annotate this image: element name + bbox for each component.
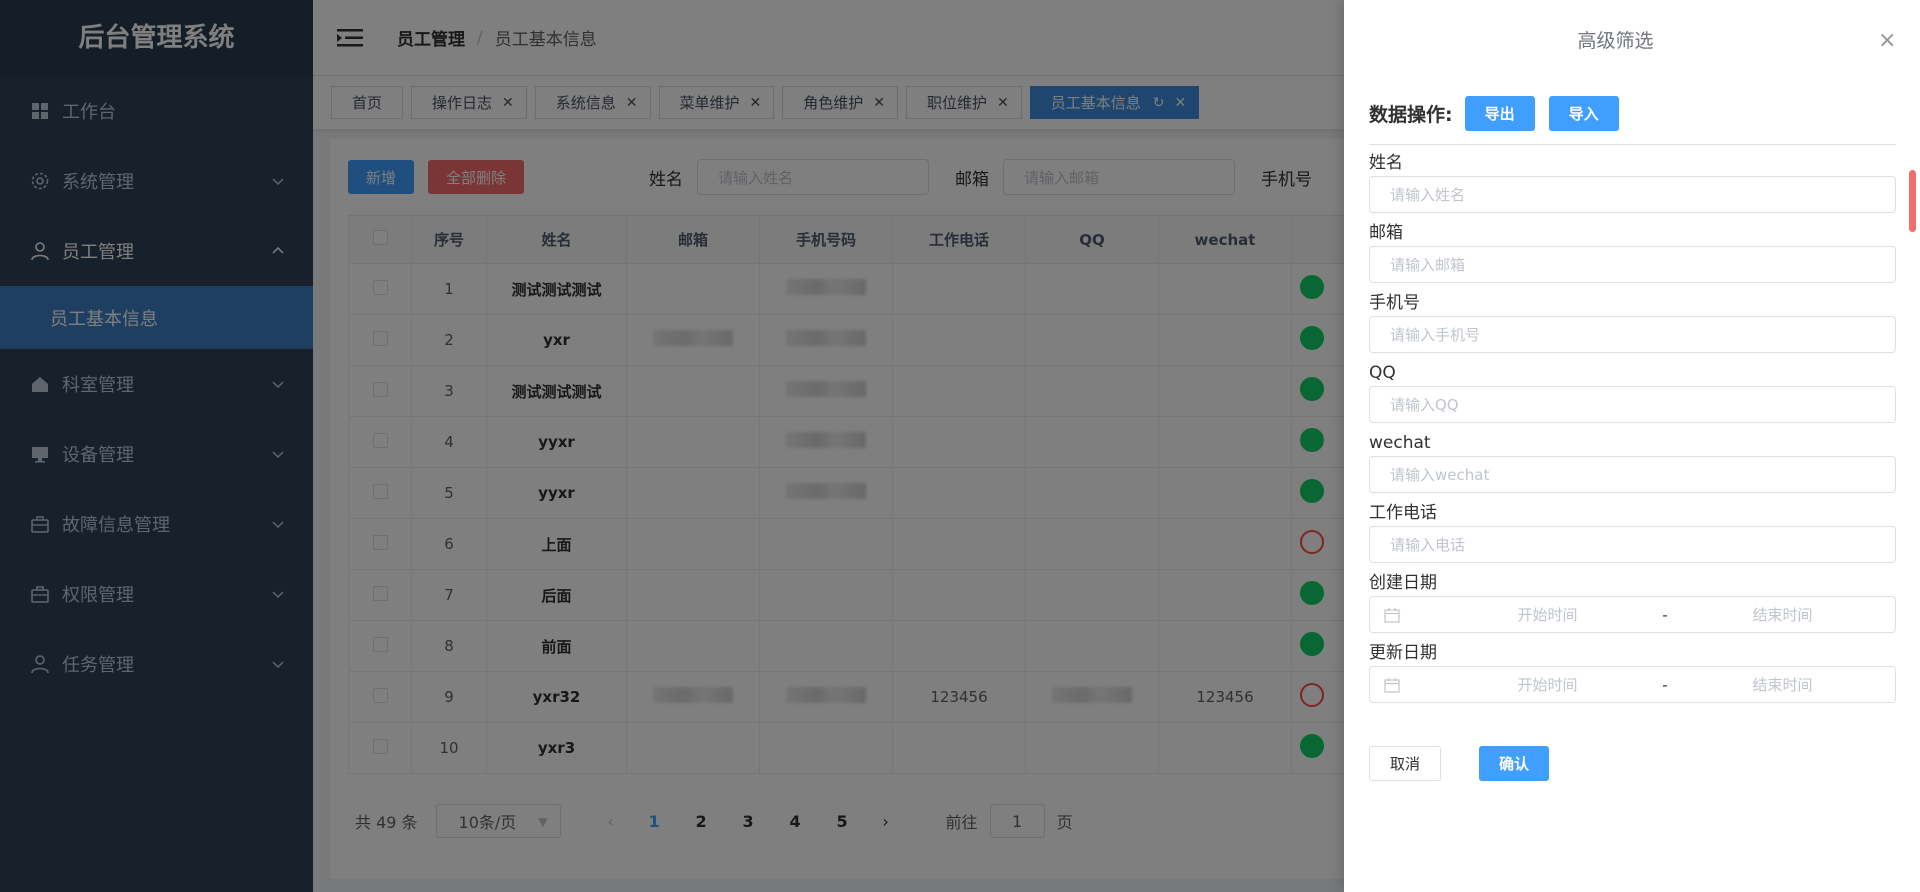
drawer-title: 高级筛选	[1577, 30, 1654, 52]
end-date-input[interactable]: 结束时间	[1715, 604, 1850, 625]
drawer-actions: 取消 确认	[1369, 746, 1550, 781]
field-label: 手机号	[1369, 293, 1420, 313]
import-button[interactable]: 导入	[1548, 96, 1619, 131]
phone-field[interactable]: 请输入手机号	[1369, 316, 1896, 353]
ops-label: 数据操作:	[1369, 104, 1453, 126]
advanced-filter-drawer: 高级筛选 × 数据操作: 导出 导入 姓名 请输入姓名 邮箱 请输入邮箱 手机号…	[1344, 0, 1920, 892]
field-label: 更新日期	[1369, 643, 1437, 663]
created-date-range-picker[interactable]: 开始时间 - 结束时间	[1369, 596, 1896, 633]
divider	[1369, 144, 1896, 145]
export-button[interactable]: 导出	[1464, 96, 1535, 131]
start-date-input[interactable]: 开始时间	[1480, 674, 1615, 695]
qq-field[interactable]: 请输入QQ	[1369, 386, 1896, 423]
field-label: wechat	[1369, 433, 1431, 453]
form-item-created-date: 创建日期 开始时间 - 结束时间	[1369, 570, 1896, 640]
form-item-name: 姓名 请输入姓名	[1369, 150, 1896, 220]
form-item-wechat: wechat 请输入wechat	[1369, 430, 1896, 500]
cancel-button[interactable]: 取消	[1369, 746, 1442, 781]
email-field[interactable]: 请输入邮箱	[1369, 246, 1896, 283]
form-item-updated-date: 更新日期 开始时间 - 结束时间	[1369, 640, 1896, 710]
field-label: 姓名	[1369, 153, 1403, 173]
form-item-email: 邮箱 请输入邮箱	[1369, 220, 1896, 290]
field-label: 邮箱	[1369, 223, 1403, 243]
data-operations: 数据操作: 导出 导入	[1369, 96, 1633, 131]
start-date-input[interactable]: 开始时间	[1480, 604, 1615, 625]
form-item-qq: QQ 请输入QQ	[1369, 360, 1896, 430]
range-separator: -	[1662, 675, 1668, 694]
name-field[interactable]: 请输入姓名	[1369, 176, 1896, 213]
form-item-phone: 手机号 请输入手机号	[1369, 290, 1896, 360]
end-date-input[interactable]: 结束时间	[1715, 674, 1850, 695]
work-phone-field[interactable]: 请输入电话	[1369, 526, 1896, 563]
calendar-icon	[1384, 607, 1400, 623]
calendar-icon	[1384, 677, 1400, 693]
close-icon[interactable]: ×	[1878, 28, 1896, 53]
range-separator: -	[1662, 605, 1668, 624]
field-label: 创建日期	[1369, 573, 1437, 593]
confirm-button[interactable]: 确认	[1479, 746, 1550, 781]
field-label: QQ	[1369, 363, 1396, 383]
modal-overlay[interactable]	[0, 0, 1344, 892]
form-item-work-phone: 工作电话 请输入电话	[1369, 500, 1896, 570]
wechat-field[interactable]: 请输入wechat	[1369, 456, 1896, 493]
field-label: 工作电话	[1369, 503, 1437, 523]
updated-date-range-picker[interactable]: 开始时间 - 结束时间	[1369, 666, 1896, 703]
filter-form: 姓名 请输入姓名 邮箱 请输入邮箱 手机号 请输入手机号 QQ 请输入QQ we…	[1369, 150, 1896, 710]
scrollbar-thumb[interactable]	[1909, 170, 1916, 232]
